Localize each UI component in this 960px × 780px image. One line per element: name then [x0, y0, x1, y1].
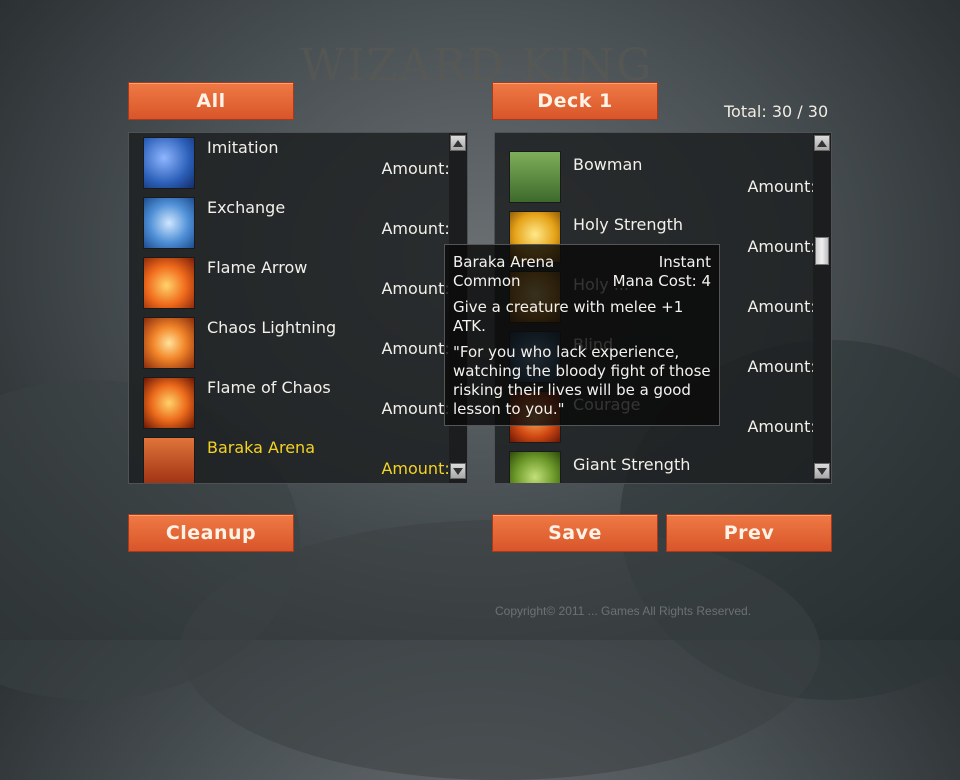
- save-button[interactable]: Save: [492, 514, 658, 552]
- chaos-lightning-card-icon: [143, 317, 195, 369]
- copyright-text: Copyright© 2011 ... Games All Rights Res…: [495, 604, 752, 618]
- giant-strength-card-icon: [509, 451, 561, 483]
- tooltip-flavor-text: "For you who lack experience, watching t…: [453, 343, 711, 418]
- exchange-card-icon: [143, 197, 195, 249]
- flame-of-chaos-card-icon: [143, 377, 195, 429]
- all-button[interactable]: All: [128, 82, 294, 120]
- deck-total-count: Total: 30 / 30: [724, 102, 829, 121]
- card-name: Imitation: [207, 138, 279, 157]
- card-name: Chaos Lightning: [207, 318, 337, 337]
- deck-scrollbar[interactable]: [813, 133, 831, 483]
- imitation-card-icon: [143, 137, 195, 189]
- card-tooltip: Baraka Arena Instant Common Mana Cost: 4…: [444, 244, 720, 426]
- scroll-up-arrow-icon[interactable]: [814, 135, 830, 151]
- flame-arrow-card-icon: [143, 257, 195, 309]
- tooltip-mana-cost: Mana Cost: 4: [612, 272, 711, 290]
- list-item[interactable]: Chaos Lightning Amount: 3: [129, 313, 465, 373]
- list-item[interactable]: Flame of Chaos Amount: 3: [129, 373, 465, 433]
- card-name: Baraka Arena: [207, 438, 315, 457]
- scroll-up-arrow-icon[interactable]: [450, 135, 466, 151]
- scroll-down-arrow-icon[interactable]: [814, 463, 830, 479]
- list-item[interactable]: Exchange Amount: 1: [129, 193, 465, 253]
- tooltip-card-type: Instant: [658, 253, 711, 271]
- deck-scroll-thumb[interactable]: [815, 237, 829, 265]
- list-item[interactable]: Bowman Amount: 3: [495, 147, 831, 207]
- deck-1-button[interactable]: Deck 1: [492, 82, 658, 120]
- list-item[interactable]: Flame Arrow Amount: 3: [129, 253, 465, 313]
- list-item[interactable]: Giant Strength: [495, 447, 825, 483]
- card-name: Giant Strength: [573, 455, 691, 474]
- cleanup-button[interactable]: Cleanup: [128, 514, 294, 552]
- list-item[interactable]: Baraka Arena Amount: 3: [129, 433, 465, 483]
- card-name: Flame Arrow: [207, 258, 308, 277]
- prev-button[interactable]: Prev: [666, 514, 832, 552]
- card-name: Exchange: [207, 198, 286, 217]
- baraka-arena-card-icon: [143, 437, 195, 483]
- card-name: Holy Strength: [573, 215, 684, 234]
- card-name: Flame of Chaos: [207, 378, 331, 397]
- tooltip-effect-text: Give a creature with melee +1 ATK.: [453, 298, 684, 335]
- collection-list[interactable]: Imitation Amount: 1 Exchange Amount: 1 Flame…: [128, 132, 468, 484]
- bowman-card-icon: [509, 151, 561, 203]
- list-item[interactable]: Imitation Amount: 1: [129, 133, 465, 193]
- scroll-down-arrow-icon[interactable]: [450, 463, 466, 479]
- card-name: Bowman: [573, 155, 643, 174]
